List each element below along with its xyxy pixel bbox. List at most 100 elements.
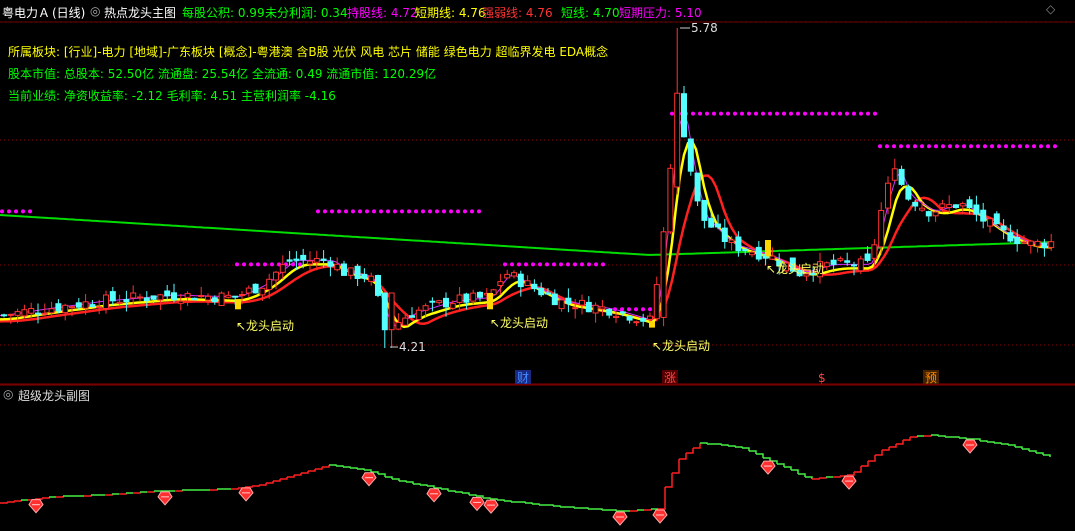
candle-body <box>409 315 415 318</box>
pressure-dot <box>379 209 383 214</box>
pressure-dot <box>1032 144 1036 149</box>
pressure-dot <box>927 144 931 149</box>
candle-body <box>157 294 164 301</box>
sub-step-line <box>910 436 918 438</box>
pressure-dot <box>941 144 945 149</box>
candle-body <box>245 287 252 294</box>
candle-body <box>993 213 1000 225</box>
pressure-dot <box>838 111 842 116</box>
sub-step-line <box>322 465 330 468</box>
candle-body <box>55 303 62 312</box>
sub-step-line <box>525 502 533 504</box>
candle-body <box>273 271 279 281</box>
pressure-dot <box>810 111 814 116</box>
candle-body <box>252 283 259 294</box>
sub-step-line <box>105 494 113 496</box>
candle-body <box>313 258 320 263</box>
candle-body <box>769 255 776 260</box>
sub-step-line <box>280 477 288 480</box>
sub-step-line <box>896 440 904 445</box>
candle-body <box>1034 240 1041 247</box>
pressure-dot <box>768 111 772 116</box>
candle-body <box>443 297 449 308</box>
candle-body <box>449 303 456 309</box>
pressure-dot <box>587 262 591 267</box>
pressure-dot <box>559 262 563 267</box>
pressure-dot <box>263 262 267 267</box>
pressure-dot <box>789 111 793 116</box>
candle-body <box>266 278 273 291</box>
sub-step-line <box>749 450 757 454</box>
candle-body <box>375 275 381 296</box>
pressure-dot <box>1018 144 1022 149</box>
pressure-dot <box>906 144 910 149</box>
sub-step-line <box>483 497 491 499</box>
candle-body <box>361 273 368 279</box>
sub-step-line <box>336 465 344 467</box>
candle-body <box>123 299 130 303</box>
main-candlestick-chart[interactable]: 5.78 4.21 ↖龙头启动 ↖龙头启动 ↖龙头启动 ↖龙头启动财 涨 $ 预 <box>0 0 1075 385</box>
pressure-dot <box>747 111 751 116</box>
pressure-dot <box>449 209 453 214</box>
pressure-dot <box>400 209 404 214</box>
candle-body <box>7 313 14 316</box>
candle-body <box>1007 232 1014 242</box>
sub-step-line <box>672 459 680 474</box>
sub-step-line <box>301 471 309 474</box>
sub-step-line <box>903 437 911 441</box>
candle-body <box>48 308 55 314</box>
sub-step-line <box>644 509 652 511</box>
sub-step-line <box>14 500 22 502</box>
sub-step-line <box>231 488 239 490</box>
candle-body <box>354 265 361 279</box>
pressure-dot <box>573 262 577 267</box>
gem-icon <box>760 460 776 475</box>
pressure-dot <box>316 209 320 214</box>
sub-step-line <box>1036 452 1044 455</box>
candle-body <box>864 253 871 261</box>
candle-body <box>932 211 939 217</box>
candle-body <box>69 306 75 309</box>
pressure-dot <box>878 144 882 149</box>
candle-body <box>470 292 477 302</box>
sub-step-line <box>1043 454 1051 457</box>
candle-body <box>980 209 987 222</box>
sub-step-line <box>259 483 267 486</box>
sub-step-line <box>791 469 799 474</box>
candle-body <box>823 262 830 268</box>
pressure-dot <box>249 262 253 267</box>
pressure-dot <box>421 209 425 214</box>
pressure-dot <box>831 111 835 116</box>
candle-body <box>660 231 667 318</box>
sub-step-line <box>742 447 750 451</box>
candle-body <box>259 287 266 296</box>
pressure-dot <box>698 111 702 116</box>
candle-body <box>164 290 171 297</box>
sub-step-line <box>595 508 603 510</box>
candle-body <box>381 292 388 331</box>
sub-step-line <box>889 444 897 448</box>
pressure-dot <box>962 144 966 149</box>
dragon-start-annotation: ↖龙头启动 <box>490 316 548 330</box>
pressure-dot <box>613 307 617 312</box>
sub-step-line <box>497 499 505 501</box>
pressure-dot <box>983 144 987 149</box>
candle-body <box>198 295 205 297</box>
pressure-dot <box>955 144 959 149</box>
candle-body <box>728 239 735 243</box>
sub-step-line <box>924 435 932 437</box>
pressure-dot <box>648 307 652 312</box>
candle-body <box>953 204 959 209</box>
pressure-dot <box>510 262 514 267</box>
pressure-dot <box>761 111 765 116</box>
pressure-dot <box>705 111 709 116</box>
candle-body <box>1041 242 1048 249</box>
sub-step-line <box>406 481 414 484</box>
candle-body <box>517 273 524 288</box>
pressure-dot <box>256 262 260 267</box>
pressure-dot <box>817 111 821 116</box>
pressure-dot <box>407 209 411 214</box>
sub-chart[interactable] <box>0 385 1075 531</box>
candle-body <box>857 258 864 272</box>
pressure-dot <box>852 111 856 116</box>
